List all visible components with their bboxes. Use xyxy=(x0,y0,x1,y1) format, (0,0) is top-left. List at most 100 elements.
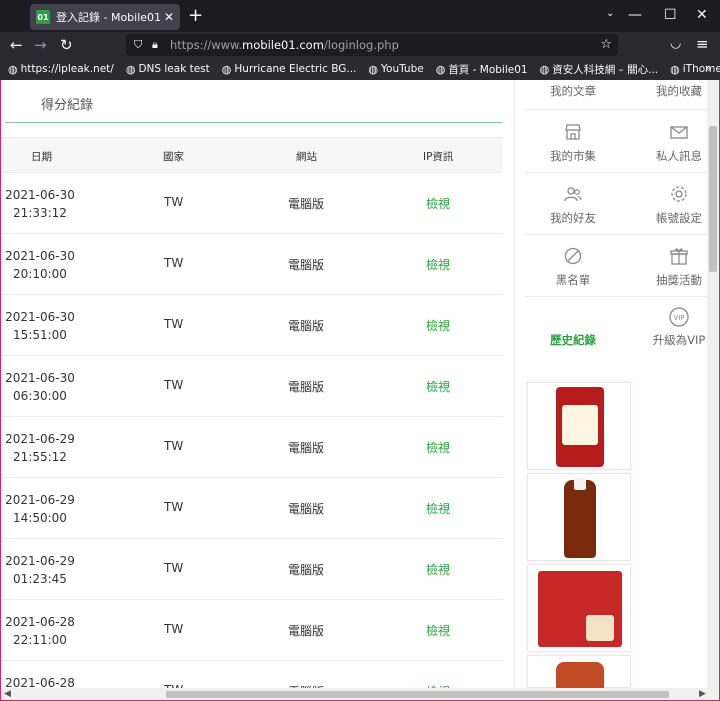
ad-product-hotpot-pack[interactable] xyxy=(527,564,631,652)
country-cell: TW xyxy=(164,317,184,331)
browser-tab[interactable]: 01 登入記錄 - Mobile01 ✕ xyxy=(30,4,180,30)
browser-navbar: ← → ↻ ⛉ 🔒︎ https://www.mobile01.com/logi… xyxy=(0,32,720,58)
hotpot-pack-image xyxy=(538,571,622,647)
star-icon[interactable]: ☆ xyxy=(600,37,612,52)
tab-list-chevron-icon[interactable]: ⌄ xyxy=(606,8,614,19)
bookmark-item[interactable]: ◍ Hurricane Electric BG... xyxy=(222,63,357,76)
globe-icon: ◍ xyxy=(539,62,550,76)
title-underline xyxy=(5,122,503,123)
table-row: 2021-06-29 14:50:00 TW 電腦版 檢視 xyxy=(1,478,503,539)
globe-icon: ◍ xyxy=(125,62,136,76)
ad-product-seasoning-bag[interactable] xyxy=(527,382,631,470)
ip-view-link[interactable]: 檢視 xyxy=(426,500,450,517)
table-row: 2021-06-29 21:55:12 TW 電腦版 檢視 xyxy=(1,417,503,478)
globe-icon: ◍ xyxy=(368,62,378,76)
bookmark-item[interactable]: ◍ https://ipleak.net/ xyxy=(8,63,114,76)
date-cell: 2021-06-30 20:10:00 xyxy=(5,249,75,281)
bookmark-item[interactable]: ◍ 資安人科技網 – 關心... xyxy=(540,62,659,77)
column-header-site: 網站 xyxy=(296,151,317,163)
forward-arrow-icon[interactable]: → xyxy=(34,35,47,55)
bookmark-item[interactable]: ◍ DNS leak test xyxy=(126,63,210,76)
country-cell: TW xyxy=(164,195,184,209)
date-cell: 2021-06-29 01:23:45 xyxy=(5,554,75,586)
globe-icon: ◍ xyxy=(435,62,446,76)
ip-view-link[interactable]: 檢視 xyxy=(426,317,450,334)
date-cell: 2021-06-30 21:33:12 xyxy=(5,188,75,220)
sidebar-divider xyxy=(525,172,707,173)
sauce-bottle-image xyxy=(564,478,596,558)
url-text[interactable]: https://www.mobile01.com/loginlog.php xyxy=(170,38,399,52)
date-cell: 2021-06-29 21:55:12 xyxy=(5,432,75,464)
globe-icon: ◍ xyxy=(221,62,232,76)
seasoning-bag-image xyxy=(556,387,604,467)
scroll-left-arrow-icon[interactable]: ◀ xyxy=(4,688,11,700)
table-row: 2021-06-30 15:51:00 TW 電腦版 檢視 xyxy=(1,295,503,356)
mobile01-favicon-icon: 01 xyxy=(36,10,50,24)
bookmarks-bar: ◍ https://ipleak.net/ ◍ DNS leak test ◍ Hur… xyxy=(0,58,720,80)
minimize-icon[interactable]: — xyxy=(628,6,642,24)
sidebar-item-history[interactable]: 歷史紀錄 xyxy=(525,332,621,348)
lock-icon[interactable]: 🔒︎ xyxy=(152,38,158,52)
country-cell: TW xyxy=(164,561,184,575)
column-header-ip: IP資訊 xyxy=(423,151,454,163)
bookmark-item[interactable]: ◍iThome | iThome Onl... xyxy=(670,63,720,76)
vertical-scroll-thumb[interactable] xyxy=(709,126,717,272)
date-cell: 2021-06-30 15:51:00 xyxy=(5,310,75,342)
site-cell: 電腦版 xyxy=(288,258,325,272)
table-header: 日期 國家 網站 IP資訊 xyxy=(1,137,503,173)
sidebar-divider xyxy=(525,109,707,110)
sidebar-item-blacklist[interactable]: 黑名單 xyxy=(525,246,621,288)
shield-icon[interactable]: ⛉ xyxy=(134,38,142,52)
bookmarks-overflow-icon[interactable]: » xyxy=(705,61,712,75)
horizontal-scrollbar[interactable]: ◀ ▶ xyxy=(1,688,719,700)
tab-close-icon[interactable]: ✕ xyxy=(164,10,174,24)
tab-title: 登入記錄 - Mobile01 xyxy=(56,11,160,24)
ad-product-sauce-bottle[interactable] xyxy=(527,473,631,561)
store-icon xyxy=(525,122,621,144)
globe-icon: ◍ xyxy=(8,62,18,76)
country-cell: TW xyxy=(164,500,184,514)
table-row: 2021-06-30 06:30:00 TW 電腦版 檢視 xyxy=(1,356,503,417)
login-log-panel: 得分紀錄 日期 國家 網站 IP資訊 2021-06-30 21:33:12 TW… xyxy=(1,80,503,700)
friends-icon xyxy=(525,184,621,206)
sidebar-item-my-market[interactable]: 我的市集 xyxy=(525,122,621,164)
section-title: 得分紀錄 xyxy=(41,98,94,113)
horizontal-scroll-thumb[interactable] xyxy=(166,691,669,698)
bookmark-item[interactable]: ◍ 首頁 - Mobile01 xyxy=(436,62,528,77)
advertisement[interactable]: ⓘ▷ xyxy=(525,380,633,700)
column-header-date: 日期 xyxy=(31,151,52,163)
site-cell: 電腦版 xyxy=(288,197,325,211)
globe-icon: ◍ xyxy=(670,62,680,76)
bookmark-item[interactable]: ◍ YouTube xyxy=(368,63,423,76)
table-row: 2021-06-29 01:23:45 TW 電腦版 檢視 xyxy=(1,539,503,600)
close-window-icon[interactable]: ✕ xyxy=(696,6,708,24)
reload-icon[interactable]: ↻ xyxy=(60,35,73,55)
date-cell: 2021-06-28 22:11:00 xyxy=(5,615,75,647)
ip-view-link[interactable]: 檢視 xyxy=(426,622,450,639)
country-cell: TW xyxy=(164,256,184,270)
sidebar-item-my-articles[interactable]: 我的文章 xyxy=(525,83,621,99)
back-arrow-icon[interactable]: ← xyxy=(10,35,23,55)
table-row: 2021-06-30 21:33:12 TW 電腦版 檢視 xyxy=(1,173,503,234)
table-row: 2021-06-28 22:11:00 TW 電腦版 檢視 xyxy=(1,600,503,661)
hamburger-menu-icon[interactable]: ≡ xyxy=(696,35,709,53)
page-viewport: 得分紀錄 日期 國家 網站 IP資訊 2021-06-30 21:33:12 TW… xyxy=(0,80,720,701)
ip-view-link[interactable]: 檢視 xyxy=(426,256,450,273)
sidebar-item-my-friends[interactable]: 我的好友 xyxy=(525,184,621,226)
pocket-icon[interactable]: ◡ xyxy=(670,36,681,51)
browser-titlebar: 01 登入記錄 - Mobile01 ✕ + ⌄ — ☐ ✕ xyxy=(0,0,720,32)
site-cell: 電腦版 xyxy=(288,563,325,577)
ip-view-link[interactable]: 檢視 xyxy=(426,378,450,395)
new-tab-icon[interactable]: + xyxy=(188,6,203,26)
site-cell: 電腦版 xyxy=(288,441,325,455)
site-cell: 電腦版 xyxy=(288,502,325,516)
ip-view-link[interactable]: 檢視 xyxy=(426,439,450,456)
scroll-right-arrow-icon[interactable]: ▶ xyxy=(699,688,706,700)
vertical-scrollbar[interactable] xyxy=(707,80,719,688)
ip-view-link[interactable]: 檢視 xyxy=(426,561,450,578)
date-cell: 2021-06-29 14:50:00 xyxy=(5,493,75,525)
url-bar[interactable]: ⛉ 🔒︎ https://www.mobile01.com/loginlog.p… xyxy=(126,34,618,56)
ip-view-link[interactable]: 檢視 xyxy=(426,195,450,212)
maximize-icon[interactable]: ☐ xyxy=(664,6,677,24)
ad-product-jar[interactable] xyxy=(527,655,631,700)
